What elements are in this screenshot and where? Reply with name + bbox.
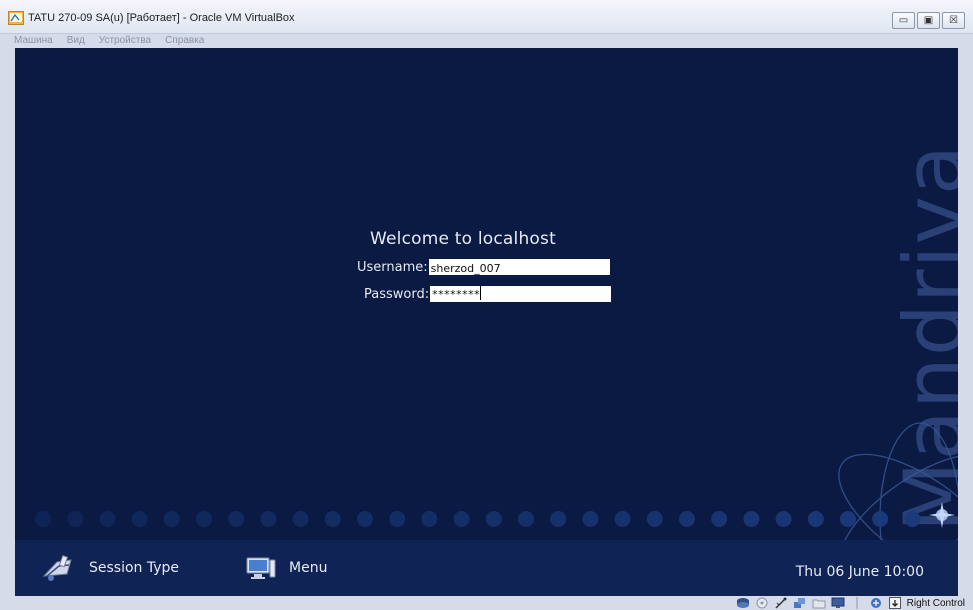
decorative-dot (196, 511, 212, 527)
menu-devices[interactable]: Устройства (99, 34, 151, 48)
decorative-dot (485, 511, 502, 527)
vm-screen[interactable]: Mandriva Welcome to localhost Username: … (15, 48, 958, 596)
decorative-dot (807, 511, 824, 527)
virtualbox-app-icon (8, 11, 24, 25)
decorative-dot (228, 511, 245, 527)
password-label: Password: (364, 286, 430, 302)
menu-bar: Машина Вид Устройства Справка (0, 34, 973, 48)
decorative-dot (711, 511, 728, 527)
session-type-label: Session Type (89, 560, 180, 576)
decorative-dot (646, 511, 663, 527)
host-key-icon[interactable] (888, 597, 902, 609)
menu-help[interactable]: Справка (165, 34, 204, 48)
decorative-dot (324, 511, 341, 527)
password-input[interactable] (430, 285, 612, 302)
menu-view[interactable]: Вид (67, 34, 85, 48)
session-type-button[interactable]: Session Type (41, 554, 179, 582)
session-type-icon (42, 554, 72, 581)
optical-drive-icon[interactable] (755, 597, 769, 609)
welcome-title: Welcome to localhost (370, 229, 556, 249)
decorative-dot (518, 511, 534, 527)
decorative-dot (357, 511, 373, 527)
dot-row (35, 511, 921, 527)
network-icon[interactable] (793, 597, 807, 609)
decorative-dot (389, 511, 406, 527)
bottom-panel: Session Type Menu Thu 06 June 10:00 (15, 540, 958, 596)
decorative-dot (163, 511, 180, 527)
status-bar: Right Control (0, 596, 973, 610)
username-input[interactable] (428, 259, 610, 275)
decorative-dot (35, 511, 51, 527)
close-button[interactable]: ☒ (942, 12, 965, 29)
display-icon[interactable] (831, 597, 845, 609)
decorative-dot (679, 511, 695, 527)
username-row: Username: (357, 259, 610, 275)
shared-folders-icon[interactable] (812, 597, 826, 609)
hard-disk-icon[interactable] (736, 597, 750, 609)
usb-icon[interactable] (774, 597, 788, 609)
separator (850, 597, 864, 609)
decorative-dot (67, 511, 84, 527)
password-row: Password: (364, 285, 612, 303)
decorative-dot (872, 511, 889, 527)
window-title: TATU 270-09 SA(u) [Работает] - Oracle VM… (28, 12, 295, 24)
username-label: Username: (357, 259, 428, 275)
menu-label: Menu (289, 560, 328, 576)
menu-machine[interactable]: Машина (14, 34, 53, 48)
title-bar[interactable]: TATU 270-09 SA(u) [Работает] - Oracle VM… (0, 0, 973, 34)
decorative-dot (453, 511, 470, 527)
clock: Thu 06 June 10:00 (795, 564, 924, 580)
decorative-dot (550, 511, 567, 527)
decorative-dot (582, 511, 599, 527)
menu-button[interactable]: Menu (245, 554, 327, 582)
decorative-dot (840, 511, 856, 527)
decorative-dot (904, 511, 921, 527)
decorative-dot (614, 511, 631, 527)
star-sparkle-icon (929, 502, 955, 528)
minimize-button[interactable]: ▭ (892, 12, 915, 29)
status-icons: Right Control (736, 596, 965, 610)
decorative-dot (99, 511, 116, 527)
text-caret (480, 286, 482, 300)
window-controls: ▭ ▣ ☒ (892, 12, 965, 29)
decorative-dot (775, 511, 792, 527)
restore-button[interactable]: ▣ (917, 12, 940, 29)
decorative-dot (260, 511, 277, 527)
host-key-label: Right Control (906, 597, 965, 609)
background-decoration (35, 422, 958, 596)
decorative-dot (131, 511, 148, 527)
mouse-integration-icon[interactable] (869, 597, 883, 609)
decorative-dot (743, 511, 760, 527)
decorative-dot (421, 511, 438, 527)
decorative-dot (292, 511, 309, 527)
computer-monitor-icon (246, 557, 276, 579)
